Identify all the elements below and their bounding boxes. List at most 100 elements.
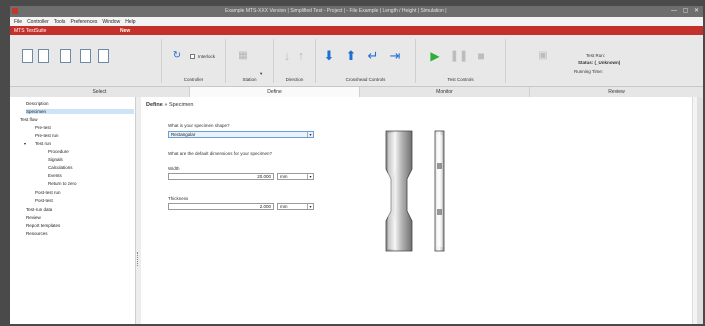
arrow-up-icon: ↑	[297, 48, 305, 63]
tree-item-pre-test[interactable]: Pre-test	[35, 125, 51, 130]
splitter-grip[interactable]	[137, 252, 139, 266]
tree-item-report-templates[interactable]: Report templates	[26, 223, 60, 228]
running-time-label: Running Time:	[574, 69, 604, 74]
crosshead-down-button[interactable]: ⬇	[322, 49, 336, 63]
tab-select-label: Select	[92, 89, 107, 95]
tree-item-calculations[interactable]: Calculations	[48, 165, 73, 170]
right-panel-edge	[697, 97, 703, 324]
chevron-down-icon: ▾	[307, 174, 313, 179]
tree-item-return-to-zero[interactable]: Return to zero	[48, 181, 77, 186]
tab-monitor[interactable]: Monitor	[360, 87, 530, 97]
pause-icon: ❚❚	[449, 50, 469, 62]
arrow-up-icon: ⬆	[345, 48, 357, 63]
hold-button[interactable]: ❚❚	[449, 49, 469, 63]
interlock-checkbox[interactable]	[190, 54, 195, 59]
menu-bar: File Controller Tools Preferences Window…	[10, 17, 703, 26]
tree-item-test-run[interactable]: Test run	[35, 141, 51, 146]
menu-preferences[interactable]: Preferences	[70, 19, 97, 25]
shape-question: What is your specimen shape?	[168, 123, 230, 128]
stop-icon: ■	[477, 49, 485, 63]
menu-help[interactable]: Help	[125, 19, 135, 25]
reset-icon: ↻	[172, 50, 182, 61]
chevron-down-icon: ▾	[307, 204, 313, 209]
crosshead-up-button[interactable]: ⬆	[344, 49, 358, 63]
run-button[interactable]: ▶	[428, 49, 442, 63]
ribbon-new-tag[interactable]: New	[120, 28, 130, 34]
tree-item-review[interactable]: Review	[26, 215, 41, 220]
station-icon: ▦	[238, 50, 248, 61]
menu-tools[interactable]: Tools	[54, 19, 66, 25]
tab-monitor-label: Monitor	[436, 89, 453, 95]
ribbon-bar: MTS TestSuite New	[10, 26, 703, 35]
toolbar: ↻ Interlock Controller ▦ ▾ Station ↓ ↑ D…	[10, 35, 703, 87]
new-test-button[interactable]	[20, 49, 34, 63]
new-template-button[interactable]	[36, 49, 50, 63]
test-definition-tree: Description Specimen Test flow Pre-test …	[10, 97, 136, 324]
arrow-down-icon: ↓	[283, 48, 291, 63]
specimen-panel: Define » Specimen What is your specimen …	[141, 97, 697, 324]
menu-controller[interactable]: Controller	[27, 19, 49, 25]
interlock-label: Interlock	[198, 54, 216, 59]
controller-group-label: Controller	[183, 77, 204, 82]
direction-down-button[interactable]: ↓	[280, 49, 294, 63]
tree-item-description[interactable]: Description	[26, 101, 49, 106]
folder-icon	[59, 49, 71, 63]
status-label: Status: (_Unknown)	[578, 60, 621, 65]
direction-up-button[interactable]: ↑	[294, 49, 308, 63]
breadcrumb: Define » Specimen	[146, 102, 193, 108]
thickness-label: Thickness	[168, 196, 189, 201]
direction-group-label: Direction	[285, 77, 304, 82]
thickness-unit-select[interactable]: mm ▾	[277, 203, 314, 210]
station-group: ▦ ▾ Station	[226, 39, 274, 83]
app-icon	[12, 8, 18, 14]
crosshead-jog-button[interactable]: ⇥	[388, 49, 402, 63]
width-unit-select[interactable]: mm ▾	[277, 173, 314, 180]
tree-item-signals[interactable]: Signals	[48, 157, 63, 162]
direction-group: ↓ ↑ Direction	[274, 39, 316, 83]
tree-item-specimen[interactable]: Specimen	[26, 109, 134, 114]
chevron-down-icon: ▾	[307, 132, 313, 137]
app-window: Example MTS-XXX Version | Simplified Tes…	[10, 6, 703, 324]
title-bar: Example MTS-XXX Version | Simplified Tes…	[10, 6, 703, 17]
controller-group: ↻ Interlock Controller	[162, 39, 226, 83]
arrow-down-icon: ⬇	[323, 48, 335, 63]
save-as-button[interactable]	[96, 49, 110, 63]
open-button[interactable]	[58, 49, 72, 63]
document-icon	[37, 49, 49, 63]
tree-item-events[interactable]: Events	[48, 173, 62, 178]
tab-review[interactable]: Review	[530, 87, 703, 97]
menu-window[interactable]: Window	[102, 19, 120, 25]
tree-item-post-test-run[interactable]: Post-test run	[35, 190, 61, 195]
tab-review-label: Review	[608, 89, 625, 95]
tree-item-procedure[interactable]: Procedure	[48, 149, 69, 154]
width-input[interactable]: 20.000	[168, 173, 274, 180]
crosshead-return-button[interactable]: ↵	[366, 49, 380, 63]
breadcrumb-current: Specimen	[168, 102, 194, 108]
save-button[interactable]	[78, 49, 92, 63]
specimen-preview	[385, 130, 445, 252]
tree-item-test-run-data[interactable]: Test-run data	[26, 207, 52, 212]
reset-button[interactable]: ↻	[170, 49, 184, 63]
menu-file[interactable]: File	[14, 19, 22, 25]
tree-item-resources[interactable]: Resources	[26, 231, 48, 236]
thickness-unit-value: mm	[280, 204, 288, 209]
thickness-value: 2.000	[259, 204, 271, 209]
breadcrumb-root[interactable]: Define	[146, 102, 163, 108]
tree-item-pre-test-run[interactable]: Pre-test run	[35, 133, 59, 138]
station-button[interactable]: ▦	[236, 49, 250, 63]
window-controls[interactable]: — ▢ ✕	[671, 7, 701, 14]
expand-icon[interactable]: ▾	[24, 141, 26, 146]
shape-select[interactable]: Rectangular ▾	[168, 131, 314, 138]
tree-item-post-test[interactable]: Post-test	[35, 198, 53, 203]
stop-button[interactable]: ■	[474, 49, 488, 63]
tab-define[interactable]: Define	[190, 87, 360, 97]
play-icon: ▶	[430, 49, 440, 63]
test-status-area: ▣ Test Run: Status: (_Unknown) Running T…	[506, 39, 701, 83]
station-group-label: Station	[242, 77, 257, 82]
crosshead-group: ⬇ ⬆ ↵ ⇥ Crosshead Controls	[316, 39, 416, 83]
window-title: Example MTS-XXX Version | Simplified Tes…	[225, 8, 447, 14]
status-icon: ▣	[538, 50, 548, 61]
tab-select[interactable]: Select	[10, 87, 190, 97]
thickness-input[interactable]: 2.000	[168, 203, 274, 210]
tree-item-test-flow[interactable]: Test flow	[20, 117, 38, 122]
